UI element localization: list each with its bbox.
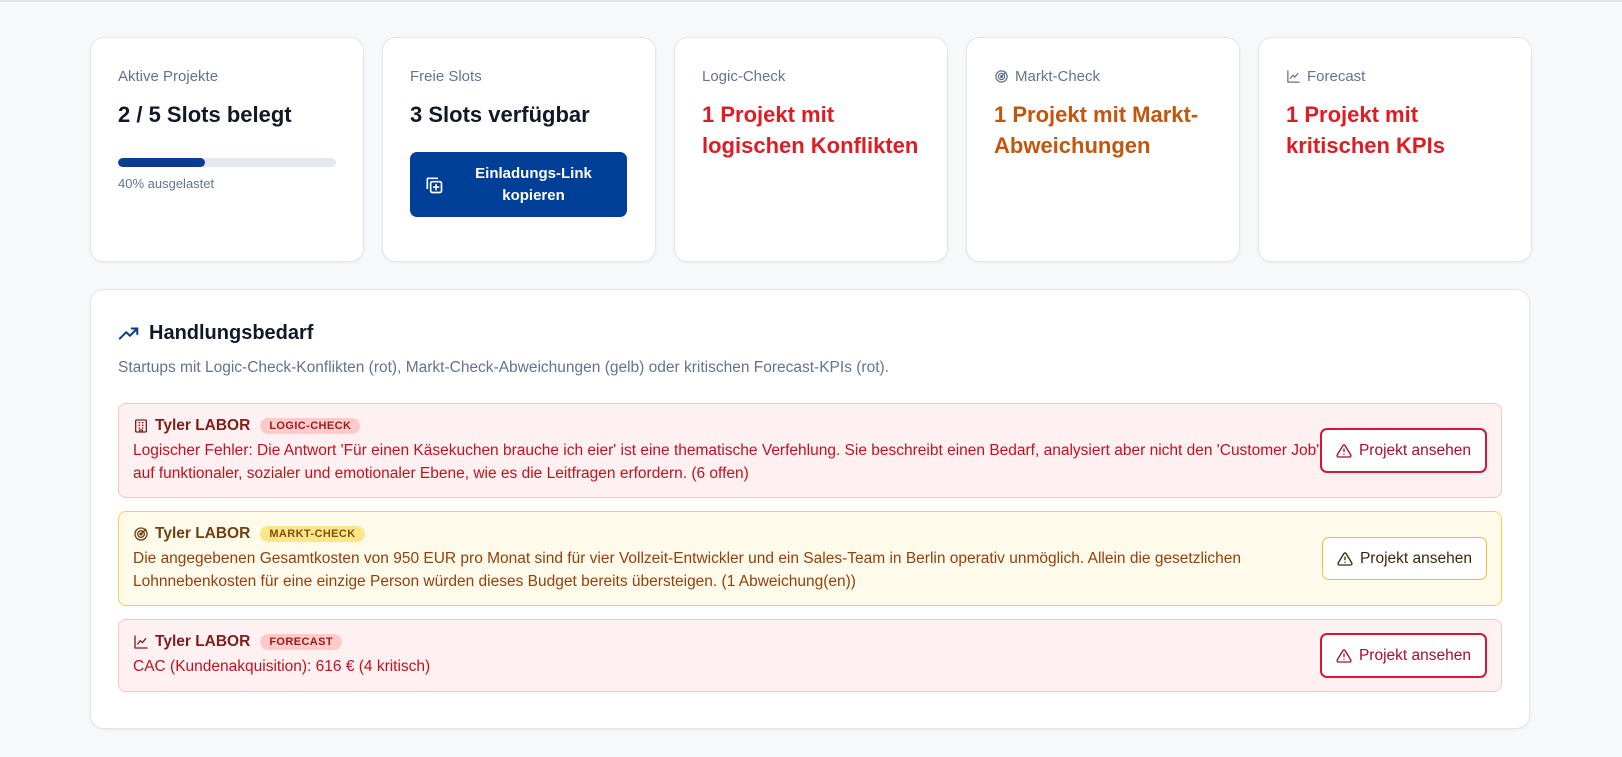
- card-label-row: Markt-Check: [994, 67, 1212, 85]
- alert-forecast: Tyler LABOR FORECAST CAC (Kundenakquisit…: [118, 619, 1502, 692]
- alert-logic-check: Tyler LABOR LOGIC-CHECK Logischer Fehler…: [118, 403, 1502, 498]
- alert-text: Logischer Fehler: Die Antwort 'Für einen…: [133, 441, 1320, 482]
- card-value: 1 Projekt mit kritischen KPIs: [1286, 102, 1445, 158]
- slots-progress-bar: [118, 158, 336, 167]
- panel-description: Startups mit Logic-Check-Konflikten (rot…: [118, 359, 889, 376]
- view-project-label: Projekt ansehen: [1359, 549, 1472, 567]
- view-project-label: Projekt ansehen: [1358, 441, 1471, 459]
- alert-head: Tyler LABOR LOGIC-CHECK: [133, 417, 1320, 435]
- startup-name: Tyler LABOR: [155, 633, 251, 650]
- target-icon: [995, 69, 1008, 83]
- copy-plus-icon: [426, 177, 443, 193]
- progress-text: 40% ausgelastet: [118, 176, 215, 191]
- alert-market-check: Tyler LABOR MARKT-CHECK Die angegebenen …: [118, 511, 1502, 606]
- card-value: 2 / 5 Slots belegt: [118, 102, 292, 127]
- startup-name: Tyler LABOR: [155, 416, 251, 434]
- card-active-projects: Aktive Projekte 2 / 5 Slots belegt 40% a…: [90, 37, 364, 262]
- market-check-badge: MARKT-CHECK: [260, 525, 365, 542]
- line-chart-icon: [134, 635, 148, 649]
- trending-up-icon: [118, 326, 139, 340]
- alert-text: Die angegebenen Gesamtkosten von 950 EUR…: [133, 549, 1241, 590]
- view-project-button[interactable]: Projekt ansehen: [1319, 633, 1487, 678]
- alert-body: Tyler LABOR LOGIC-CHECK Logischer Fehler…: [133, 417, 1320, 485]
- slots-progress-fill: [118, 158, 206, 167]
- startup-name: Tyler LABOR: [155, 524, 251, 542]
- card-value: 1 Projekt mit logischen Konflikten: [702, 102, 919, 158]
- card-free-slots: Freie Slots 3 Slots verfügbar Einladungs…: [382, 37, 656, 262]
- card-forecast: Forecast 1 Projekt mit kritischen KPIs: [1258, 37, 1532, 262]
- forecast-badge: FORECAST: [260, 634, 343, 650]
- alert-head: Tyler LABOR MARKT-CHECK: [133, 525, 1322, 543]
- alert-text: CAC (Kundenakquisition): 616 € (4 kritis…: [133, 658, 431, 675]
- logic-check-badge: LOGIC-CHECK: [260, 417, 361, 434]
- target-icon: [134, 526, 148, 541]
- warning-icon: [1336, 648, 1352, 663]
- alert-body: Tyler LABOR MARKT-CHECK Die angegebenen …: [133, 525, 1322, 593]
- top-divider: [0, 0, 1622, 2]
- alert-body: Tyler LABOR FORECAST CAC (Kundenakquisit…: [133, 633, 1320, 678]
- card-value: 1 Projekt mit Markt-Abweichungen: [994, 102, 1199, 158]
- card-market-check: Markt-Check 1 Projekt mit Markt-Abweichu…: [966, 37, 1240, 262]
- view-project-label: Projekt ansehen: [1358, 646, 1471, 664]
- panel-title-row: Handlungsbedarf: [118, 322, 1502, 345]
- copy-invite-link-button[interactable]: Einladungs-Link kopieren: [410, 152, 627, 217]
- card-label-row: Forecast: [1286, 67, 1504, 85]
- card-value: 3 Slots verfügbar: [410, 102, 590, 127]
- view-project-button[interactable]: Projekt ansehen: [1321, 537, 1487, 580]
- alert-head: Tyler LABOR FORECAST: [133, 633, 1320, 651]
- action-required-panel: Handlungsbedarf Startups mit Logic-Check…: [90, 289, 1530, 729]
- warning-icon: [1337, 551, 1353, 566]
- panel-title: Handlungsbedarf: [149, 322, 314, 344]
- card-label: Markt-Check: [1015, 67, 1101, 85]
- line-chart-icon: [1287, 69, 1300, 83]
- card-label: Logic-Check: [702, 67, 786, 85]
- invite-button-label: Einladungs-Link kopieren: [475, 164, 592, 204]
- card-label: Aktive Projekte: [118, 67, 219, 85]
- card-label: Freie Slots: [410, 67, 482, 85]
- card-label: Forecast: [1307, 67, 1366, 85]
- warning-icon: [1336, 443, 1352, 458]
- stat-cards: Aktive Projekte 2 / 5 Slots belegt 40% a…: [90, 37, 1532, 262]
- building-icon: [135, 418, 147, 433]
- card-logic-check: Logic-Check 1 Projekt mit logischen Konf…: [674, 37, 948, 262]
- view-project-button[interactable]: Projekt ansehen: [1319, 428, 1487, 473]
